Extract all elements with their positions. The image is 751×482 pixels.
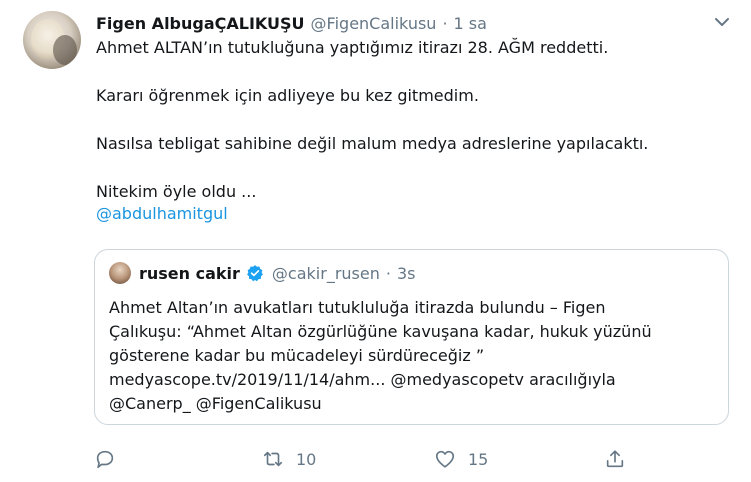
quoted-text-line: Ahmet Altan’ın avukatları tutukluluğa it… (109, 298, 606, 317)
tweet[interactable]: Figen AlbugaÇALIKUŞU @FigenCalikusu · 1 … (0, 0, 751, 482)
mention-link[interactable]: @abdulhamitgul (96, 203, 736, 225)
quoted-text-line: @Canerp_ @FigenCalikusu (109, 394, 322, 413)
tweet-text: Ahmet ALTAN’ın tutukluğuna yaptığımız it… (96, 37, 736, 225)
quoted-text-line: Çalıkuşu: “Ahmet Altan özgürlüğüne kavuş… (109, 322, 652, 341)
quoted-author-name[interactable]: rusen cakir (139, 264, 240, 283)
quoted-tweet[interactable]: rusen cakir @cakir_rusen · 3s Ahmet Alta… (94, 249, 729, 425)
tweet-paragraph: Nasılsa tebligat sahibine değil malum me… (96, 134, 649, 153)
tweet-paragraph: Kararı öğrenmek için adliyeye bu kez git… (96, 86, 479, 105)
retweet-count: 10 (296, 449, 317, 469)
quoted-author-handle[interactable]: @cakir_rusen (272, 264, 380, 283)
quoted-text-line: medyascope.tv/2019/11/14/ahm... @medyasc… (109, 370, 616, 389)
tweet-timestamp[interactable]: 1 sa (454, 14, 487, 33)
share-icon (606, 450, 624, 468)
heart-icon (435, 450, 455, 468)
like-count: 15 (468, 449, 489, 469)
author-avatar[interactable] (23, 11, 81, 69)
verified-badge-icon (247, 265, 263, 282)
tweet-header: Figen AlbugaÇALIKUŞU @FigenCalikusu · 1 … (96, 10, 487, 36)
quoted-tweet-header: rusen cakir @cakir_rusen · 3s (139, 260, 415, 286)
quoted-author-avatar[interactable] (109, 262, 131, 284)
like-button[interactable]: 15 (434, 446, 488, 472)
retweet-icon (263, 451, 283, 467)
author-name[interactable]: Figen AlbugaÇALIKUŞU (96, 14, 305, 33)
chevron-down-icon[interactable] (712, 12, 732, 32)
avatar-photo-shade (53, 35, 77, 65)
tweet-actions: 10 15 (94, 446, 634, 472)
share-button[interactable] (604, 446, 626, 472)
quoted-header-separator: · (385, 263, 391, 283)
tweet-paragraph: Ahmet ALTAN’ın tutukluğuna yaptığımız it… (96, 38, 609, 57)
author-handle[interactable]: @FigenCalikusu (311, 14, 437, 33)
quoted-tweet-timestamp[interactable]: 3s (397, 264, 416, 283)
reply-icon (96, 450, 114, 469)
header-separator: · (442, 13, 448, 33)
quoted-tweet-text: Ahmet Altan’ın avukatları tutukluluğa it… (109, 296, 721, 416)
retweet-button[interactable]: 10 (262, 446, 316, 472)
tweet-paragraph: Nitekim öyle oldu ... (96, 182, 257, 201)
reply-button[interactable] (94, 446, 116, 472)
quoted-text-line: gösterene kadar bu mücadeleyi sürdüreceğ… (109, 346, 485, 365)
